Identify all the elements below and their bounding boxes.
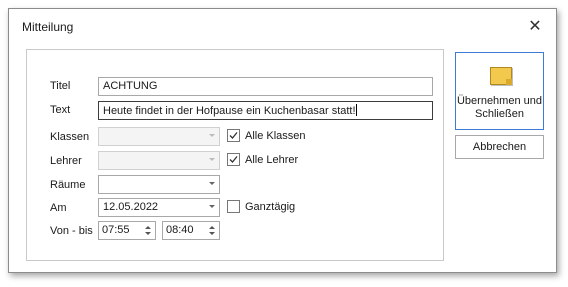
chevron-down-icon[interactable] [145, 232, 151, 235]
chevron-down-icon [209, 134, 215, 137]
time-to-stepper[interactable]: 08:40 [162, 221, 220, 240]
titel-value: ACHTUNG [103, 80, 158, 92]
checkmark-icon [229, 156, 238, 163]
checkmark-icon [229, 132, 238, 139]
time-from-stepper[interactable]: 07:55 [98, 221, 156, 240]
ganztaegig-label: Ganztägig [245, 201, 296, 213]
klassen-select[interactable] [98, 127, 220, 146]
chevron-down-icon [209, 182, 215, 185]
alle-lehrer-label: Alle Lehrer [245, 154, 299, 166]
message-dialog: Mitteilung ✕ Titel ACHTUNG Text Heute fi… [8, 8, 557, 273]
alle-klassen-checkbox[interactable] [227, 129, 240, 142]
apply-label-line2: Schließen [475, 108, 524, 120]
text-value: Heute findet in der Hofpause ein Kuchenb… [103, 105, 356, 117]
raeume-select[interactable] [98, 175, 220, 194]
close-icon[interactable]: ✕ [526, 18, 544, 36]
klassen-label: Klassen [50, 131, 90, 143]
apply-and-close-button[interactable]: Übernehmen und Schließen [455, 52, 544, 130]
form-panel: Titel ACHTUNG Text Heute findet in der H… [26, 49, 444, 261]
chevron-up-icon[interactable] [209, 226, 215, 229]
alle-klassen-label: Alle Klassen [245, 130, 306, 142]
dialog-title: Mitteilung [22, 20, 74, 34]
titel-input[interactable]: ACHTUNG [98, 77, 433, 96]
text-caret [355, 104, 357, 116]
apply-label-line1: Übernehmen und [456, 95, 542, 107]
date-value: 12.05.2022 [103, 201, 159, 213]
cancel-button[interactable]: Abbrechen [455, 135, 544, 159]
time-to-value: 08:40 [166, 224, 194, 236]
apply-and-close-label: Übernehmen und Schließen [456, 95, 543, 121]
alle-lehrer-checkbox[interactable] [227, 153, 240, 166]
am-label: Am [50, 202, 67, 214]
lehrer-select[interactable] [98, 151, 220, 170]
time-from-value: 07:55 [102, 224, 130, 236]
titel-label: Titel [50, 80, 71, 92]
note-icon [490, 67, 512, 85]
date-picker[interactable]: 12.05.2022 [98, 198, 220, 217]
text-label: Text [50, 104, 71, 116]
chevron-down-icon [209, 205, 215, 208]
ganztaegig-checkbox[interactable] [227, 200, 240, 213]
chevron-down-icon[interactable] [209, 232, 215, 235]
chevron-down-icon [209, 158, 215, 161]
von-bis-label: Von - bis [50, 225, 93, 237]
chevron-up-icon[interactable] [145, 226, 151, 229]
raeume-label: Räume [50, 179, 86, 191]
title-bar: Mitteilung ✕ [9, 9, 556, 45]
lehrer-label: Lehrer [50, 155, 82, 167]
text-input[interactable]: Heute findet in der Hofpause ein Kuchenb… [98, 101, 433, 120]
